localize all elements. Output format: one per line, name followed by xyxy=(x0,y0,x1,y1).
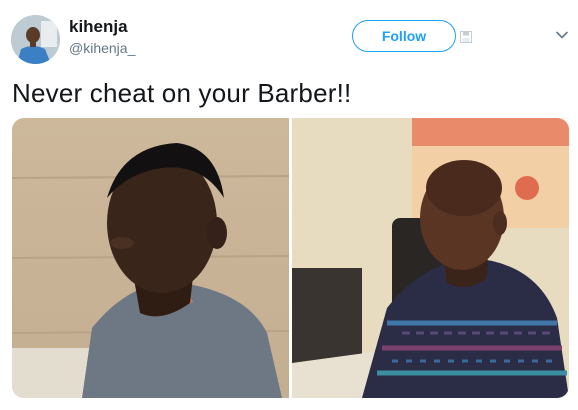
left-photo-image xyxy=(12,118,289,398)
chevron-down-icon[interactable] xyxy=(556,31,568,39)
user-handle[interactable]: @kihenja_ xyxy=(69,40,135,56)
right-photo-image xyxy=(292,118,569,398)
save-icon[interactable] xyxy=(460,31,472,43)
profile-avatar[interactable] xyxy=(11,15,60,64)
follow-button[interactable]: Follow xyxy=(352,20,456,52)
man-with-full-haircut-photo[interactable] xyxy=(12,118,289,398)
avatar-image xyxy=(11,15,60,64)
display-name[interactable]: kihenja xyxy=(69,17,128,37)
man-with-shaved-head-photo[interactable] xyxy=(292,118,569,398)
tweet-text: Never cheat on your Barber!! xyxy=(12,78,352,108)
